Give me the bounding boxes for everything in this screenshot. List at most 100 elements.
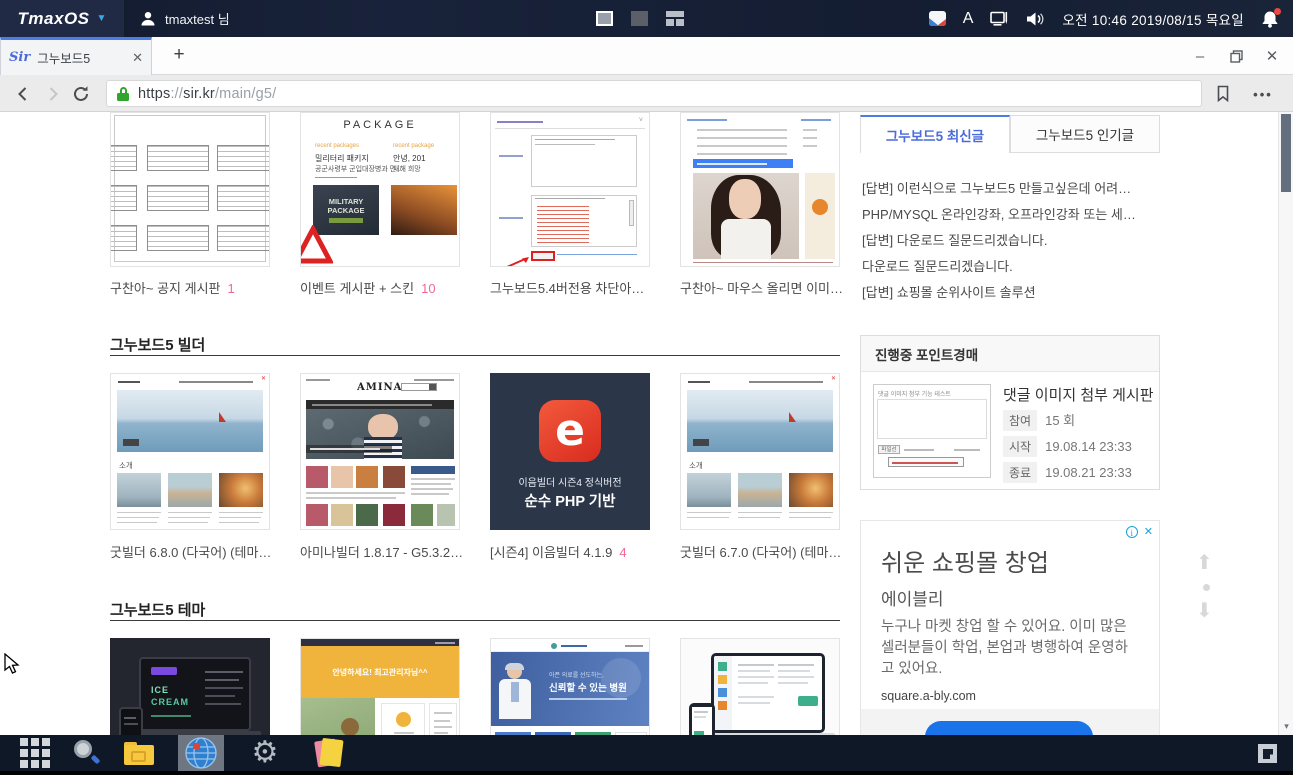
point-auction-box: 진행중 포인트경매 댓글 이미지 첨부 기능 테스트 파일선택 댓글 이미지 첨… [860, 335, 1160, 490]
browser-taskbar-button[interactable] [178, 735, 224, 771]
notes-button[interactable] [306, 735, 352, 771]
browser-menu-button[interactable]: ••• [1252, 83, 1274, 105]
bookmark-button[interactable] [1212, 82, 1234, 104]
address-bar[interactable]: https://sir.kr/main/g5/ [106, 80, 1202, 107]
tmaxos-logo: TmaxOS [18, 9, 90, 29]
os-username: tmaxtest 님 [165, 9, 230, 28]
desktop-switcher [596, 0, 684, 37]
window-minimize-button[interactable]: – [1183, 37, 1217, 75]
scrollbar-down-arrow[interactable]: ▾ [1279, 721, 1293, 732]
window-layout-button[interactable] [666, 11, 684, 26]
product-thumbnail-theme-dashboard[interactable] [680, 638, 840, 735]
site-favicon: Sir [9, 50, 30, 65]
settings-button[interactable]: ⚙ [242, 735, 288, 771]
desktop-2-button[interactable] [631, 11, 648, 26]
product-count: 4 [619, 545, 626, 560]
product-thumbnail-ip-block[interactable]: ˅ [490, 112, 650, 267]
auction-row: 참여15 회 [1003, 410, 1075, 431]
product-thumbnail-notice-board[interactable] [110, 112, 270, 267]
package-tag1: recent packages [315, 143, 359, 149]
product-thumbnail-hover-image[interactable] [680, 112, 840, 267]
bookmark-icon [1215, 85, 1231, 102]
product-thumbnail-theme-admin[interactable]: 안녕하세요! 최고관리자님^^ [300, 638, 460, 735]
menu-dots-icon: ••• [1253, 87, 1273, 102]
notification-badge [1274, 8, 1281, 15]
product-title-text: 그누보드5.4버전용 차단아… [490, 281, 644, 296]
ad-cta-button[interactable] [925, 721, 1093, 735]
ad-info-icon[interactable]: i [1126, 526, 1138, 538]
messenger-icon[interactable] [929, 11, 946, 26]
desktop-1-button[interactable] [596, 11, 613, 26]
os-start-menu[interactable]: TmaxOS ▼ [0, 0, 124, 37]
latest-post-item[interactable]: [답변] 쇼핑몰 순위사이트 솔루션 [862, 282, 1160, 308]
latest-post-item[interactable]: PHP/MYSQL 온라인강좌, 오프라인강좌 또는 세… [862, 204, 1160, 230]
tab-latest-posts[interactable]: 그누보드5 최신글 [860, 115, 1010, 153]
auction-file-button: 파일선택 [878, 445, 900, 454]
browser-tab-strip: Sir 그누보드5 ✕ + – ✕ [0, 37, 1293, 75]
ad-brand[interactable]: 에이블리 [881, 585, 944, 610]
product-thumbnail-package[interactable]: PACKAGE recent packages 밀리터리 패키지 공군사령부 군… [300, 112, 460, 267]
sidebar-tabs: 그누보드5 최신글 그누보드5 인기글 [860, 115, 1160, 153]
browser-tab-active[interactable]: Sir 그누보드5 ✕ [0, 37, 152, 75]
browser-scrollbar[interactable]: ▾ [1278, 112, 1293, 735]
globe-browser-icon [184, 736, 218, 770]
product-title[interactable]: [시즌4] 이음빌더 4.1.94 [490, 542, 627, 561]
auction-title[interactable]: 댓글 이미지 첨부 게시판 [1003, 384, 1154, 405]
product-thumbnail-eum-builder[interactable]: e 이음빌더 시즌4 정식버전 순수 PHP 기반 [490, 373, 650, 530]
latest-post-item[interactable]: [답변] 이런식으로 그누보드5 만들고싶은데 어려… [862, 178, 1160, 204]
ad-close-icon[interactable]: ✕ [1144, 525, 1153, 538]
auction-thumbnail[interactable]: 댓글 이미지 첨부 기능 테스트 파일선택 [873, 384, 991, 478]
product-thumbnail-theme-hospital[interactable]: 아픈 의료를 선도하는, 신뢰할 수 있는 병원 [490, 638, 650, 735]
latest-post-item[interactable]: 다운로드 질문드리겠습니다. [862, 256, 1160, 282]
product-title[interactable]: 굿빌더 6.7.0 (다국어) (테마… [680, 542, 841, 561]
ocean-intro-text: 소개 [119, 460, 133, 471]
clock[interactable]: 오전 10:46 2019/08/15 목요일 [1062, 9, 1244, 29]
product-title-text: 구찬아~ 마우스 올리면 이미… [680, 281, 843, 296]
notification-bell[interactable] [1261, 10, 1279, 28]
product-title[interactable]: 구찬아~ 마우스 올리면 이미… [680, 278, 843, 297]
new-tab-button[interactable]: + [166, 43, 192, 69]
scroll-to-top-icon[interactable]: ⬆ [1196, 550, 1213, 575]
scrollbar-thumb[interactable] [1281, 114, 1291, 192]
theme-cream-text: CREAM [151, 697, 189, 707]
ad-banner[interactable]: i ✕ 쉬운 쇼핑몰 창업 에이블리 누구나 마켓 창업 할 수 있어요. 이미… [860, 520, 1160, 735]
show-desktop-button[interactable] [1258, 744, 1277, 763]
product-title[interactable]: 구찬아~ 공지 게시판1 [110, 278, 235, 297]
search-button[interactable] [64, 735, 110, 771]
warning-triangle-graphic [300, 225, 333, 265]
product-title[interactable]: 이벤트 게시판 + 스킨10 [300, 278, 436, 297]
volume-icon[interactable] [1026, 11, 1045, 27]
scroll-to-bottom-icon[interactable]: ⬇ [1196, 598, 1213, 623]
military-package-text: MILITARY PACKAGE [316, 197, 376, 215]
app-launcher-button[interactable] [12, 735, 58, 771]
url-text: https://sir.kr/main/g5/ [138, 86, 276, 102]
browser-toolbar: https://sir.kr/main/g5/ ••• [0, 75, 1293, 112]
ad-description: 누구나 마켓 창업 할 수 있어요. 이미 많은 셀러분들이 학업, 본업과 병… [881, 617, 1139, 680]
chevron-down-icon: ▼ [97, 13, 107, 24]
ad-title[interactable]: 쉬운 쇼핑몰 창업 [881, 543, 1049, 578]
tab-close-icon[interactable]: ✕ [132, 50, 143, 66]
scroll-dot-icon[interactable] [1203, 584, 1210, 591]
latest-post-item[interactable]: [답변] 다운로드 질문드리겠습니다. [862, 230, 1160, 256]
forward-button[interactable] [42, 83, 64, 105]
ime-language-indicator[interactable]: A [963, 10, 974, 28]
product-thumbnail-goodbuilder-680[interactable]: ✕ 소개 [110, 373, 270, 530]
gear-icon: ⚙ [252, 738, 279, 768]
back-button[interactable] [12, 83, 34, 105]
auction-value: 15 회 [1045, 413, 1075, 428]
product-thumbnail-theme-icecream[interactable]: ICE CREAM [110, 638, 270, 735]
product-title[interactable]: 굿빌더 6.8.0 (다국어) (테마… [110, 542, 271, 561]
display-pen-icon[interactable] [990, 11, 1009, 26]
tab-popular-posts[interactable]: 그누보드5 인기글 [1010, 115, 1160, 153]
product-title[interactable]: 그누보드5.4버전용 차단아… [490, 278, 644, 297]
os-user-menu[interactable]: tmaxtest 님 [140, 0, 230, 37]
refresh-button[interactable] [70, 83, 92, 105]
product-title[interactable]: 아미나빌더 1.8.17 - G5.3.2… [300, 542, 463, 561]
product-thumbnail-goodbuilder-670[interactable]: ✕ 소개 [680, 373, 840, 530]
window-restore-button[interactable] [1219, 37, 1253, 75]
taskbar: ⚙ [0, 735, 1293, 775]
window-close-button[interactable]: ✕ [1255, 37, 1289, 75]
ad-url[interactable]: square.a-bly.com [881, 689, 976, 703]
product-thumbnail-amina[interactable]: AMINA [300, 373, 460, 530]
file-manager-button[interactable] [116, 735, 162, 771]
